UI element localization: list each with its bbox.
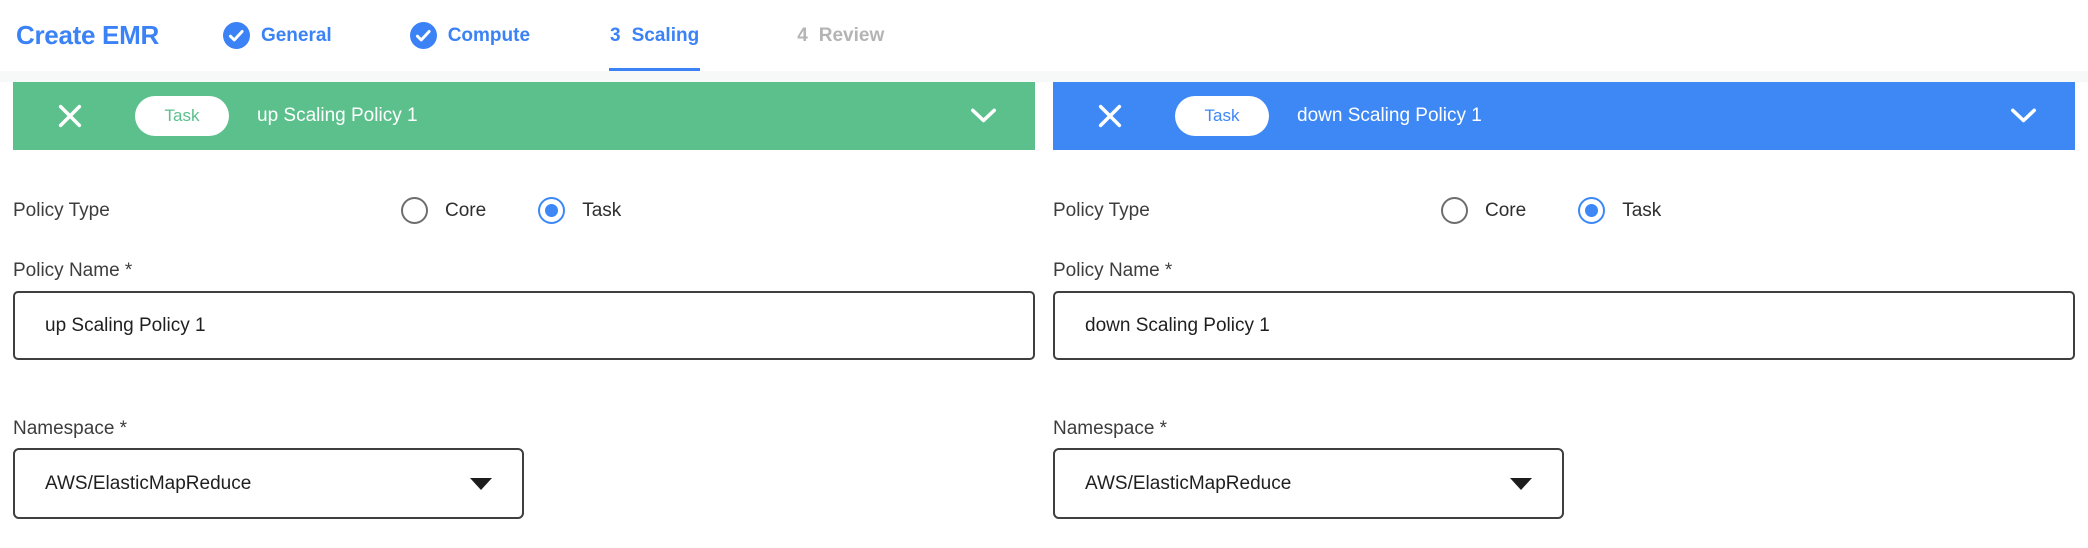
policy-type-label: Policy Type	[1053, 200, 1441, 222]
page-title: Create EMR	[16, 20, 159, 51]
policy-type-row: Policy Type Core Task	[13, 197, 1035, 224]
close-icon[interactable]	[1095, 101, 1125, 131]
radio-dot	[1585, 204, 1598, 217]
scaling-policy-panels: Task up Scaling Policy 1 Policy Type Cor…	[0, 82, 2088, 519]
wizard-stepper: Create EMR General Compute 3 Scaling 4 R…	[0, 0, 2088, 71]
step-number: 3	[610, 25, 621, 47]
namespace-selected-value: AWS/ElasticMapReduce	[1085, 473, 1291, 495]
caret-down-icon	[1510, 478, 1532, 490]
policy-type-radio-group: Core Task	[1441, 197, 1661, 224]
radio-core[interactable]: Core	[1441, 197, 1526, 224]
policy-type-badge: Task	[135, 96, 229, 136]
namespace-selected-value: AWS/ElasticMapReduce	[45, 473, 251, 495]
policy-name-input[interactable]	[1053, 291, 2075, 360]
caret-down-icon	[470, 478, 492, 490]
radio-label: Core	[445, 200, 486, 222]
namespace-select[interactable]: AWS/ElasticMapReduce	[13, 448, 524, 519]
namespace-label: Namespace *	[13, 418, 1035, 440]
step-scaling[interactable]: 3 Scaling	[610, 0, 699, 71]
scaling-policy-panel-down: Task down Scaling Policy 1 Policy Type C…	[1053, 82, 2075, 519]
policy-name-label: Policy Name *	[1053, 260, 2075, 282]
policy-type-badge: Task	[1175, 96, 1269, 136]
policy-name-input[interactable]	[13, 291, 1035, 360]
radio-task[interactable]: Task	[538, 197, 621, 224]
policy-type-label: Policy Type	[13, 200, 401, 222]
policy-type-radio-group: Core Task	[401, 197, 621, 224]
step-compute[interactable]: Compute	[410, 0, 530, 71]
close-icon[interactable]	[55, 101, 85, 131]
step-review[interactable]: 4 Review	[797, 0, 884, 71]
step-label: Compute	[448, 25, 530, 47]
panel-title: up Scaling Policy 1	[257, 105, 418, 127]
radio-task[interactable]: Task	[1578, 197, 1661, 224]
panel-header: Task down Scaling Policy 1	[1053, 82, 2075, 150]
radio-circle-unchecked	[401, 197, 428, 224]
header-divider	[0, 71, 2088, 82]
panel-body: Policy Type Core Task Policy Name * Name…	[1053, 197, 2075, 519]
radio-dot	[545, 204, 558, 217]
chevron-down-icon[interactable]	[970, 108, 997, 124]
radio-circle-unchecked	[1441, 197, 1468, 224]
panel-title: down Scaling Policy 1	[1297, 105, 1482, 127]
radio-circle-checked	[1578, 197, 1605, 224]
namespace-label: Namespace *	[1053, 418, 2075, 440]
check-circle-icon	[410, 22, 437, 49]
step-label: Review	[819, 25, 884, 47]
scaling-policy-panel-up: Task up Scaling Policy 1 Policy Type Cor…	[13, 82, 1035, 519]
check-circle-icon	[223, 22, 250, 49]
policy-name-label: Policy Name *	[13, 260, 1035, 282]
policy-type-row: Policy Type Core Task	[1053, 197, 2075, 224]
radio-circle-checked	[538, 197, 565, 224]
namespace-select[interactable]: AWS/ElasticMapReduce	[1053, 448, 1564, 519]
radio-label: Task	[1622, 200, 1661, 222]
radio-core[interactable]: Core	[401, 197, 486, 224]
step-label: Scaling	[632, 25, 700, 47]
chevron-down-icon[interactable]	[2010, 108, 2037, 124]
step-number: 4	[797, 25, 808, 47]
panel-header: Task up Scaling Policy 1	[13, 82, 1035, 150]
step-label: General	[261, 25, 332, 47]
step-general[interactable]: General	[223, 0, 332, 71]
radio-label: Task	[582, 200, 621, 222]
panel-body: Policy Type Core Task Policy Name * Name…	[13, 197, 1035, 519]
radio-label: Core	[1485, 200, 1526, 222]
